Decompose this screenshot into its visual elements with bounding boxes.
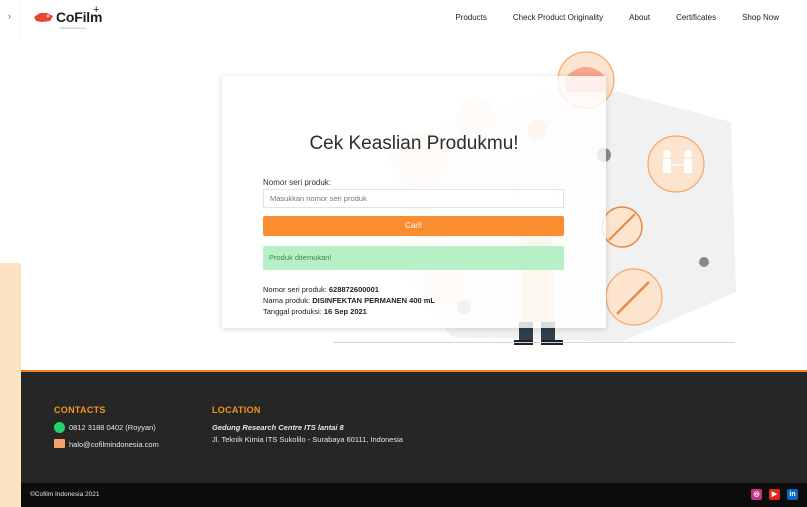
distance-circle bbox=[647, 135, 705, 193]
result-name-row: Nama produk: DISINFEKTAN PERMANEN 400 mL bbox=[263, 296, 435, 305]
nav-shop-now[interactable]: Shop Now bbox=[742, 13, 779, 22]
bottom-bar: ©Cofilm Indonesia 2021 ◎ ▶ in bbox=[21, 483, 807, 507]
footer: CONTACTS 0812 3188 0402 (Royyan) halo@co… bbox=[21, 370, 807, 483]
logo[interactable]: CoFilm + cofilmindonesia.com bbox=[33, 4, 102, 30]
left-peach-block bbox=[0, 263, 21, 507]
location-name-text: Gedung Research Centre ITS lantai 8 bbox=[212, 423, 344, 432]
contacts-heading: CONTACTS bbox=[54, 405, 106, 415]
whatsapp-icon bbox=[54, 422, 65, 433]
serial-label: Nomor seri produk: bbox=[263, 178, 332, 187]
instagram-icon[interactable]: ◎ bbox=[751, 489, 762, 500]
success-alert: Produk ditemukan! bbox=[263, 246, 564, 270]
result-name-value: DISINFEKTAN PERMANEN 400 mL bbox=[312, 296, 435, 305]
chevron-icon: › bbox=[8, 11, 11, 21]
logo-mark-icon bbox=[34, 12, 53, 22]
result-date-row: Tanggal produksi: 16 Sep 2021 bbox=[263, 307, 367, 316]
youtube-icon[interactable]: ▶ bbox=[769, 489, 780, 500]
logo-subtext: cofilmindonesia.com bbox=[59, 26, 87, 30]
result-date-label: Tanggal produksi: bbox=[263, 307, 322, 316]
floor-line bbox=[333, 342, 735, 343]
result-serial-value: 628872600001 bbox=[328, 285, 379, 294]
location-address: Jl. Teknik Kimia ITS Sukolilo - Surabaya… bbox=[212, 435, 403, 444]
result-date-value: 16 Sep 2021 bbox=[323, 307, 367, 316]
nav-about[interactable]: About bbox=[629, 13, 650, 22]
contact-email[interactable]: halo@cofilmindonesia.com bbox=[69, 440, 159, 449]
mail-icon bbox=[54, 439, 65, 448]
search-button[interactable]: Cari! bbox=[263, 216, 564, 236]
result-serial-row: Nomor seri produk: 628872600001 bbox=[263, 285, 379, 294]
result-name-label: Nama produk: bbox=[263, 296, 311, 305]
copyright: ©Cofilm Indonesia 2021 bbox=[30, 491, 100, 498]
card-title: Cek Keaslian Produkmu! bbox=[309, 133, 519, 154]
nav-certificates[interactable]: Certificates bbox=[676, 13, 716, 22]
navbar: CoFilm + cofilmindonesia.com Products Ch… bbox=[21, 0, 807, 37]
logo-plus: + bbox=[93, 4, 100, 16]
location-name: Gedung Research Centre ITS lantai 8 bbox=[212, 423, 344, 432]
check-originality-card: Cek Keaslian Produkmu! Nomor seri produk… bbox=[222, 76, 606, 328]
linkedin-icon[interactable]: in bbox=[787, 489, 798, 500]
serial-input[interactable] bbox=[263, 189, 564, 208]
left-edge-panel: › bbox=[0, 0, 21, 507]
nav-menu: Products Check Product Originality About… bbox=[455, 13, 779, 22]
location-heading: LOCATION bbox=[212, 405, 261, 415]
nav-products[interactable]: Products bbox=[455, 13, 487, 22]
contact-phone[interactable]: 0812 3188 0402 (Royyan) bbox=[69, 423, 156, 432]
nav-check-originality[interactable]: Check Product Originality bbox=[513, 13, 603, 22]
result-serial-label: Nomor seri produk: bbox=[263, 285, 327, 294]
